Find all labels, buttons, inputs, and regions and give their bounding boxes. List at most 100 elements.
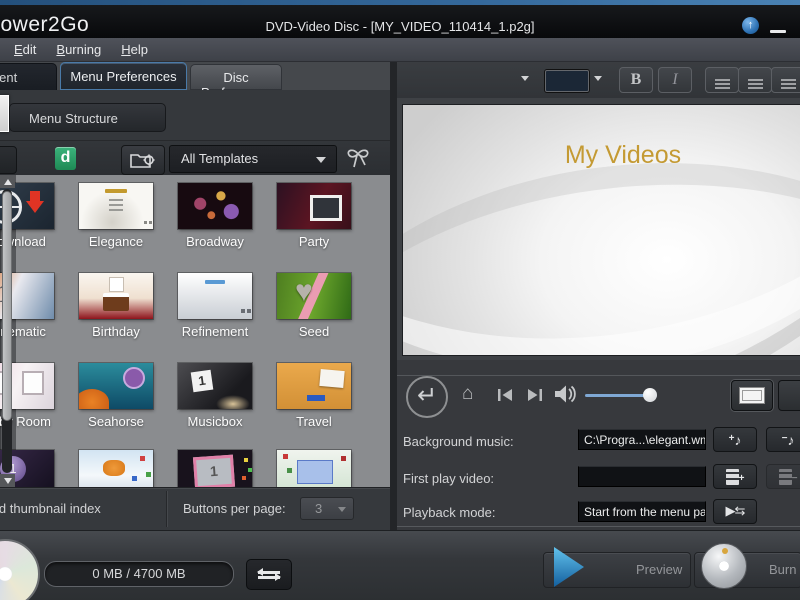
template-thumb-musicbox[interactable]: 1	[178, 363, 252, 409]
menu-help[interactable]: Help	[111, 40, 158, 60]
playback-mode-icon: ▶⇆	[725, 503, 746, 518]
tv-safe-zone-icon	[739, 387, 765, 404]
template-thumb-broadway[interactable]	[178, 183, 252, 229]
playback-mode-label: Playback mode:	[403, 505, 496, 520]
chevron-down-icon	[316, 157, 326, 163]
template-thumb-party[interactable]	[277, 183, 351, 229]
remove-music-button[interactable]: −♪	[766, 427, 800, 452]
upgrade-icon[interactable]: ↑	[742, 17, 759, 34]
preview-button-label: Preview	[636, 562, 683, 577]
bow-icon	[347, 149, 369, 168]
clipped-display-button[interactable]	[778, 380, 800, 411]
template-thumb-travel[interactable]	[277, 363, 351, 409]
ribbon-customize-icon[interactable]	[344, 145, 376, 173]
template-item-seahorse[interactable]: Seahorse	[64, 363, 168, 429]
align-center-icon	[747, 79, 763, 81]
clipped-toolbar-button[interactable]	[0, 146, 17, 174]
minimize-icon	[770, 30, 786, 33]
italic-button[interactable]: I	[658, 67, 692, 93]
menu-edit[interactable]: Edit	[4, 40, 46, 60]
scrollbar-thumb[interactable]	[2, 191, 12, 421]
tv-safe-zone-button[interactable]	[731, 380, 773, 411]
align-right-button[interactable]	[771, 67, 800, 93]
template-thumb-refinement[interactable]	[178, 273, 252, 319]
template-thumb[interactable]	[277, 450, 351, 487]
buttons-per-page-dropdown[interactable]: 3	[300, 497, 354, 520]
preview-panel: B I My Videos ↵ ⌂ Background music: C:\P…	[397, 62, 800, 530]
template-item-birthday[interactable]: Birthday	[64, 273, 168, 339]
menu-burning[interactable]: Burning	[46, 40, 111, 60]
tab-disc-preferences[interactable]: Disc Preferences	[190, 64, 282, 100]
burn-button-label: Burn	[769, 562, 797, 577]
directorzone-icon[interactable]: d	[55, 147, 76, 170]
menu-structure-icon[interactable]	[0, 95, 9, 132]
remove-music-icon: −♪	[781, 432, 795, 448]
color-dropdown-arrow[interactable]	[594, 76, 602, 81]
home-icon[interactable]: ⌂	[462, 383, 473, 405]
template-item-seed[interactable]: ♥ Seed	[262, 273, 366, 339]
return-button[interactable]: ↵	[406, 376, 448, 418]
scroll-down-button[interactable]	[0, 474, 15, 487]
titlebar[interactable]: Power2Go DVD-Video Disc - [MY_VIDEO_1104…	[0, 5, 800, 38]
playback-mode-field[interactable]: Start from the menu pa...	[578, 501, 706, 522]
align-left-button[interactable]	[705, 67, 739, 93]
font-color-swatch[interactable]	[545, 70, 589, 92]
add-thumbnail-index-label[interactable]: Add thumbnail index	[0, 501, 101, 516]
align-center-button[interactable]	[738, 67, 772, 93]
template-item-musicbox[interactable]: 1 Musicbox	[163, 363, 267, 429]
volume-slider-handle[interactable]	[643, 388, 657, 402]
bold-button[interactable]: B	[619, 67, 653, 93]
menu-preferences-panel: Menu Structure d All Templates wnload El…	[0, 90, 390, 530]
next-icon[interactable]	[527, 389, 543, 401]
menu-options-bar: Add thumbnail index Buttons per page: 3	[0, 487, 390, 530]
tab-menu-preferences[interactable]: Menu Preferences	[60, 62, 187, 90]
scroll-up-button[interactable]	[0, 175, 15, 188]
menu-title-text[interactable]: My Videos	[403, 141, 800, 170]
add-video-button[interactable]: +	[713, 464, 757, 489]
add-video-icon	[725, 469, 739, 485]
template-thumb-seed[interactable]: ♥	[277, 273, 351, 319]
folder-gear-icon	[130, 154, 155, 168]
template-item-partial-3[interactable]: 1	[163, 450, 267, 487]
template-thumb-seahorse[interactable]	[79, 363, 153, 409]
swap-arrows-icon	[257, 567, 281, 581]
template-gallery[interactable]: Download Elegance Broadway Party 1 Cinem…	[0, 175, 390, 487]
template-item-travel[interactable]: Travel	[262, 363, 366, 429]
template-thumb[interactable]	[79, 450, 153, 487]
template-thumb-birthday[interactable]	[79, 273, 153, 319]
template-item-party[interactable]: Party	[262, 183, 366, 249]
menu-structure-button[interactable]: Menu Structure	[9, 103, 166, 132]
template-item-broadway[interactable]: Broadway	[163, 183, 267, 249]
burn-button[interactable]: Burn	[694, 543, 800, 589]
menu-preview[interactable]: My Videos	[402, 104, 800, 356]
font-dropdown-arrow[interactable]	[521, 76, 529, 81]
template-name: Party	[298, 234, 330, 249]
power2go-window: Power2Go DVD-Video Disc - [MY_VIDEO_1104…	[0, 0, 800, 600]
template-name: Birthday	[92, 324, 140, 339]
template-item-refinement[interactable]: Refinement	[163, 273, 267, 339]
volume-icon[interactable]	[553, 384, 577, 404]
preview-button[interactable]: Preview	[543, 547, 691, 588]
change-disc-button[interactable]	[246, 559, 292, 590]
template-thumb[interactable]: 1	[178, 450, 252, 487]
template-name: Musicbox	[187, 414, 243, 429]
template-manager-button[interactable]	[121, 145, 165, 175]
template-item-partial-4[interactable]	[262, 450, 366, 487]
panel-divider	[390, 62, 397, 530]
first-play-field[interactable]	[578, 466, 706, 487]
add-music-button[interactable]: +♪	[713, 427, 757, 452]
remove-video-button[interactable]: −	[766, 464, 800, 489]
remove-video-icon	[778, 469, 792, 485]
buttons-per-page-label: Buttons per page:	[183, 501, 286, 516]
template-item-elegance[interactable]: Elegance	[64, 183, 168, 249]
tab-content[interactable]: Content	[0, 63, 57, 91]
template-thumb-elegance[interactable]	[79, 183, 153, 229]
playback-mode-button[interactable]: ▶⇆	[713, 499, 757, 524]
template-name: Travel	[296, 414, 332, 429]
background-music-field[interactable]: C:\Progra...\elegant.wma	[578, 429, 706, 450]
templates-filter-dropdown[interactable]: All Templates	[169, 145, 337, 173]
template-item-partial-2[interactable]	[64, 450, 168, 487]
previous-icon[interactable]	[497, 389, 513, 401]
minimize-button[interactable]	[764, 17, 794, 35]
download-arrow-icon	[26, 191, 44, 222]
